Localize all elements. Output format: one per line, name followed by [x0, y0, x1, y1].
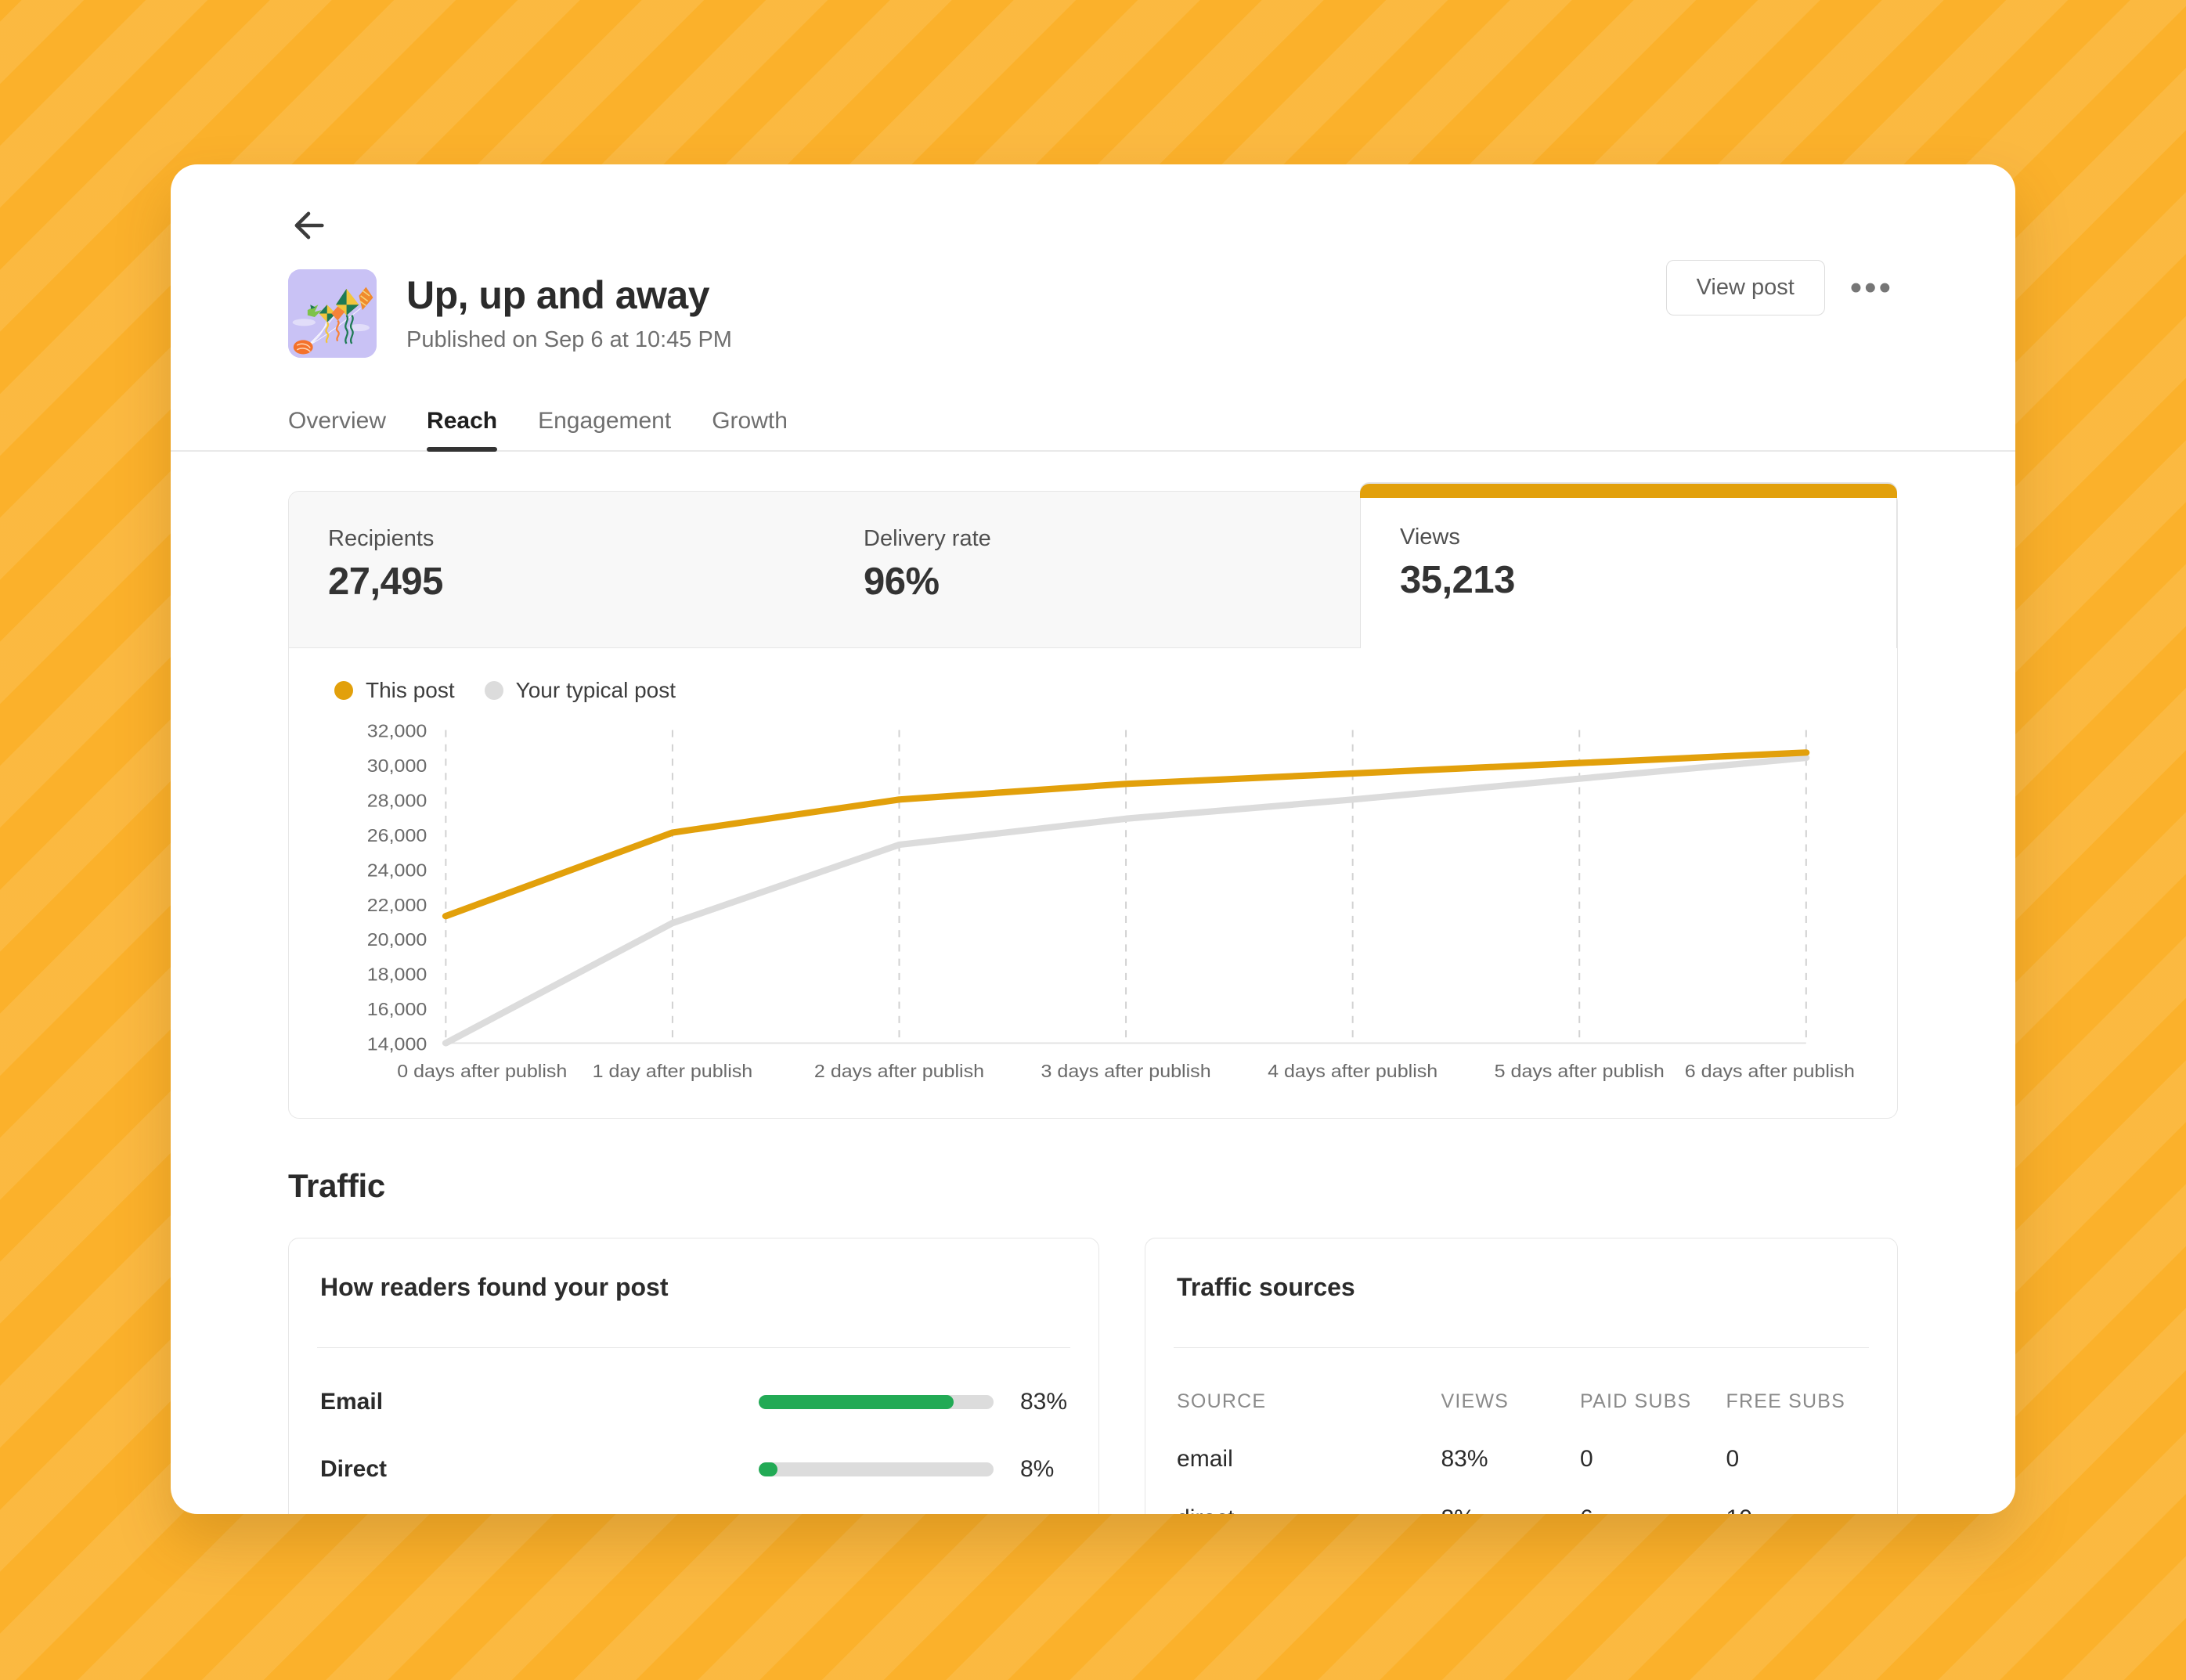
table-row[interactable]: direct 8% 6 10: [1174, 1473, 1869, 1514]
view-post-button[interactable]: View post: [1665, 260, 1825, 315]
svg-text:6 days after publish: 6 days after publish: [1685, 1062, 1855, 1082]
chart-canvas: 14,000 16,000 18,000 20,000 22,000 24,000 26,0…: [367, 722, 1855, 1082]
reach-line-chart: 14,000 16,000 18,000 20,000 22,000 24,000 26,0…: [289, 703, 1897, 1118]
traffic-sources-table: SOURCE VIEWS PAID SUBS FREE SUBS email 8…: [1174, 1348, 1869, 1514]
post-header: Up, up and away Published on Sep 6 at 10…: [171, 246, 2015, 358]
column-header-paid-subs: PAID SUBS: [1580, 1390, 1692, 1412]
column-header-free-subs: FREE SUBS: [1726, 1390, 1846, 1412]
traffic-panels: How readers found your post Email 83% Di…: [288, 1238, 1898, 1514]
legend-dot-icon: [334, 681, 353, 700]
stats-strip: Recipients 27,495 Delivery rate 96% View…: [289, 484, 1897, 648]
svg-text:3 days after publish: 3 days after publish: [1041, 1062, 1211, 1082]
svg-text:28,000: 28,000: [367, 791, 427, 811]
progress-track: [759, 1462, 994, 1476]
legend-label: This post: [366, 678, 455, 702]
stat-value: 96%: [864, 561, 940, 603]
svg-text:16,000: 16,000: [367, 1000, 427, 1020]
cell-source: email: [1177, 1446, 1233, 1472]
stat-value: 35,213: [1400, 559, 1515, 601]
legend-dot-icon: [484, 681, 503, 700]
svg-text:4 days after publish: 4 days after publish: [1268, 1062, 1437, 1082]
cell-paid-subs: 0: [1580, 1446, 1593, 1472]
svg-text:32,000: 32,000: [367, 722, 427, 742]
tab-growth[interactable]: Growth: [712, 408, 788, 450]
panel-title: How readers found your post: [320, 1273, 669, 1301]
cell-views: 83%: [1441, 1446, 1488, 1472]
column-header-source: SOURCE: [1177, 1390, 1267, 1412]
stat-views[interactable]: Views 35,213: [1360, 484, 1897, 648]
svg-text:0 days after publish: 0 days after publish: [397, 1062, 567, 1082]
legend-item-typical-post: Your typical post: [484, 678, 676, 703]
more-options-icon[interactable]: •••: [1845, 270, 1898, 305]
source-percent: 83%: [1020, 1389, 1068, 1415]
panel-title: Traffic sources: [1177, 1273, 1355, 1301]
published-timestamp: Published on Sep 6 at 10:45 PM: [406, 327, 732, 352]
cell-free-subs: 0: [1726, 1446, 1740, 1472]
reach-chart-block: Recipients 27,495 Delivery rate 96% View…: [288, 484, 1898, 1119]
svg-text:14,000: 14,000: [367, 1035, 427, 1055]
svg-text:24,000: 24,000: [367, 860, 427, 881]
svg-text:20,000: 20,000: [367, 930, 427, 950]
source-name: Email: [320, 1389, 384, 1415]
svg-text:22,000: 22,000: [367, 896, 427, 916]
tab-engagement[interactable]: Engagement: [538, 408, 671, 450]
legend-item-this-post: This post: [334, 678, 455, 703]
arrow-left-icon[interactable]: [288, 205, 329, 246]
source-name: Direct: [320, 1456, 388, 1482]
cell-free-subs: 10: [1723, 1473, 1869, 1514]
svg-text:2 days after publish: 2 days after publish: [814, 1062, 984, 1082]
column-header-views: VIEWS: [1441, 1390, 1510, 1412]
source-percent: 8%: [1020, 1456, 1055, 1482]
progress-fill: [759, 1395, 954, 1409]
traffic-heading: Traffic: [288, 1167, 385, 1204]
cell-views: 8%: [1437, 1473, 1577, 1514]
list-item[interactable]: Direct 8%: [317, 1415, 1070, 1483]
svg-text:26,000: 26,000: [367, 826, 427, 846]
page-title: Up, up and away: [406, 273, 710, 317]
back-row: [171, 164, 2015, 246]
progress-fill: [759, 1462, 777, 1476]
kites-illustration-icon: [288, 269, 377, 358]
post-thumbnail: [288, 269, 377, 358]
cell-source: direct: [1174, 1473, 1437, 1514]
chart-legend: This post Your typical post: [289, 648, 1897, 703]
legend-label: Your typical post: [515, 678, 676, 702]
cell-paid-subs: 6: [1577, 1473, 1722, 1514]
svg-text:5 days after publish: 5 days after publish: [1495, 1062, 1665, 1082]
tab-reach[interactable]: Reach: [427, 408, 498, 452]
stat-recipients[interactable]: Recipients 27,495: [289, 492, 824, 648]
list-item[interactable]: Email 83%: [317, 1348, 1070, 1415]
tab-bar: Overview Reach Engagement Growth: [171, 408, 2015, 452]
svg-text:18,000: 18,000: [367, 965, 427, 986]
analytics-card: Up, up and away Published on Sep 6 at 10…: [171, 164, 2015, 1514]
stat-delivery-rate[interactable]: Delivery rate 96%: [824, 492, 1360, 648]
tab-overview[interactable]: Overview: [288, 408, 386, 450]
header-actions: View post •••: [1665, 260, 1898, 315]
how-readers-found-panel: How readers found your post Email 83% Di…: [288, 1238, 1100, 1514]
stat-label: Views: [1400, 525, 1460, 550]
post-title-wrap: Up, up and away Published on Sep 6 at 10…: [406, 274, 732, 353]
progress-track: [759, 1395, 994, 1409]
traffic-sources-panel: Traffic sources SOURCE VIEWS PAID SUBS F…: [1145, 1238, 1898, 1514]
svg-text:1 day after publish: 1 day after publish: [593, 1062, 753, 1082]
svg-text:30,000: 30,000: [367, 756, 427, 777]
table-row[interactable]: email 83% 0 0: [1174, 1413, 1869, 1473]
table-header-row: SOURCE VIEWS PAID SUBS FREE SUBS: [1174, 1348, 1869, 1413]
stat-label: Delivery rate: [864, 526, 991, 551]
stat-label: Recipients: [328, 526, 435, 551]
stat-value: 27,495: [328, 561, 443, 603]
